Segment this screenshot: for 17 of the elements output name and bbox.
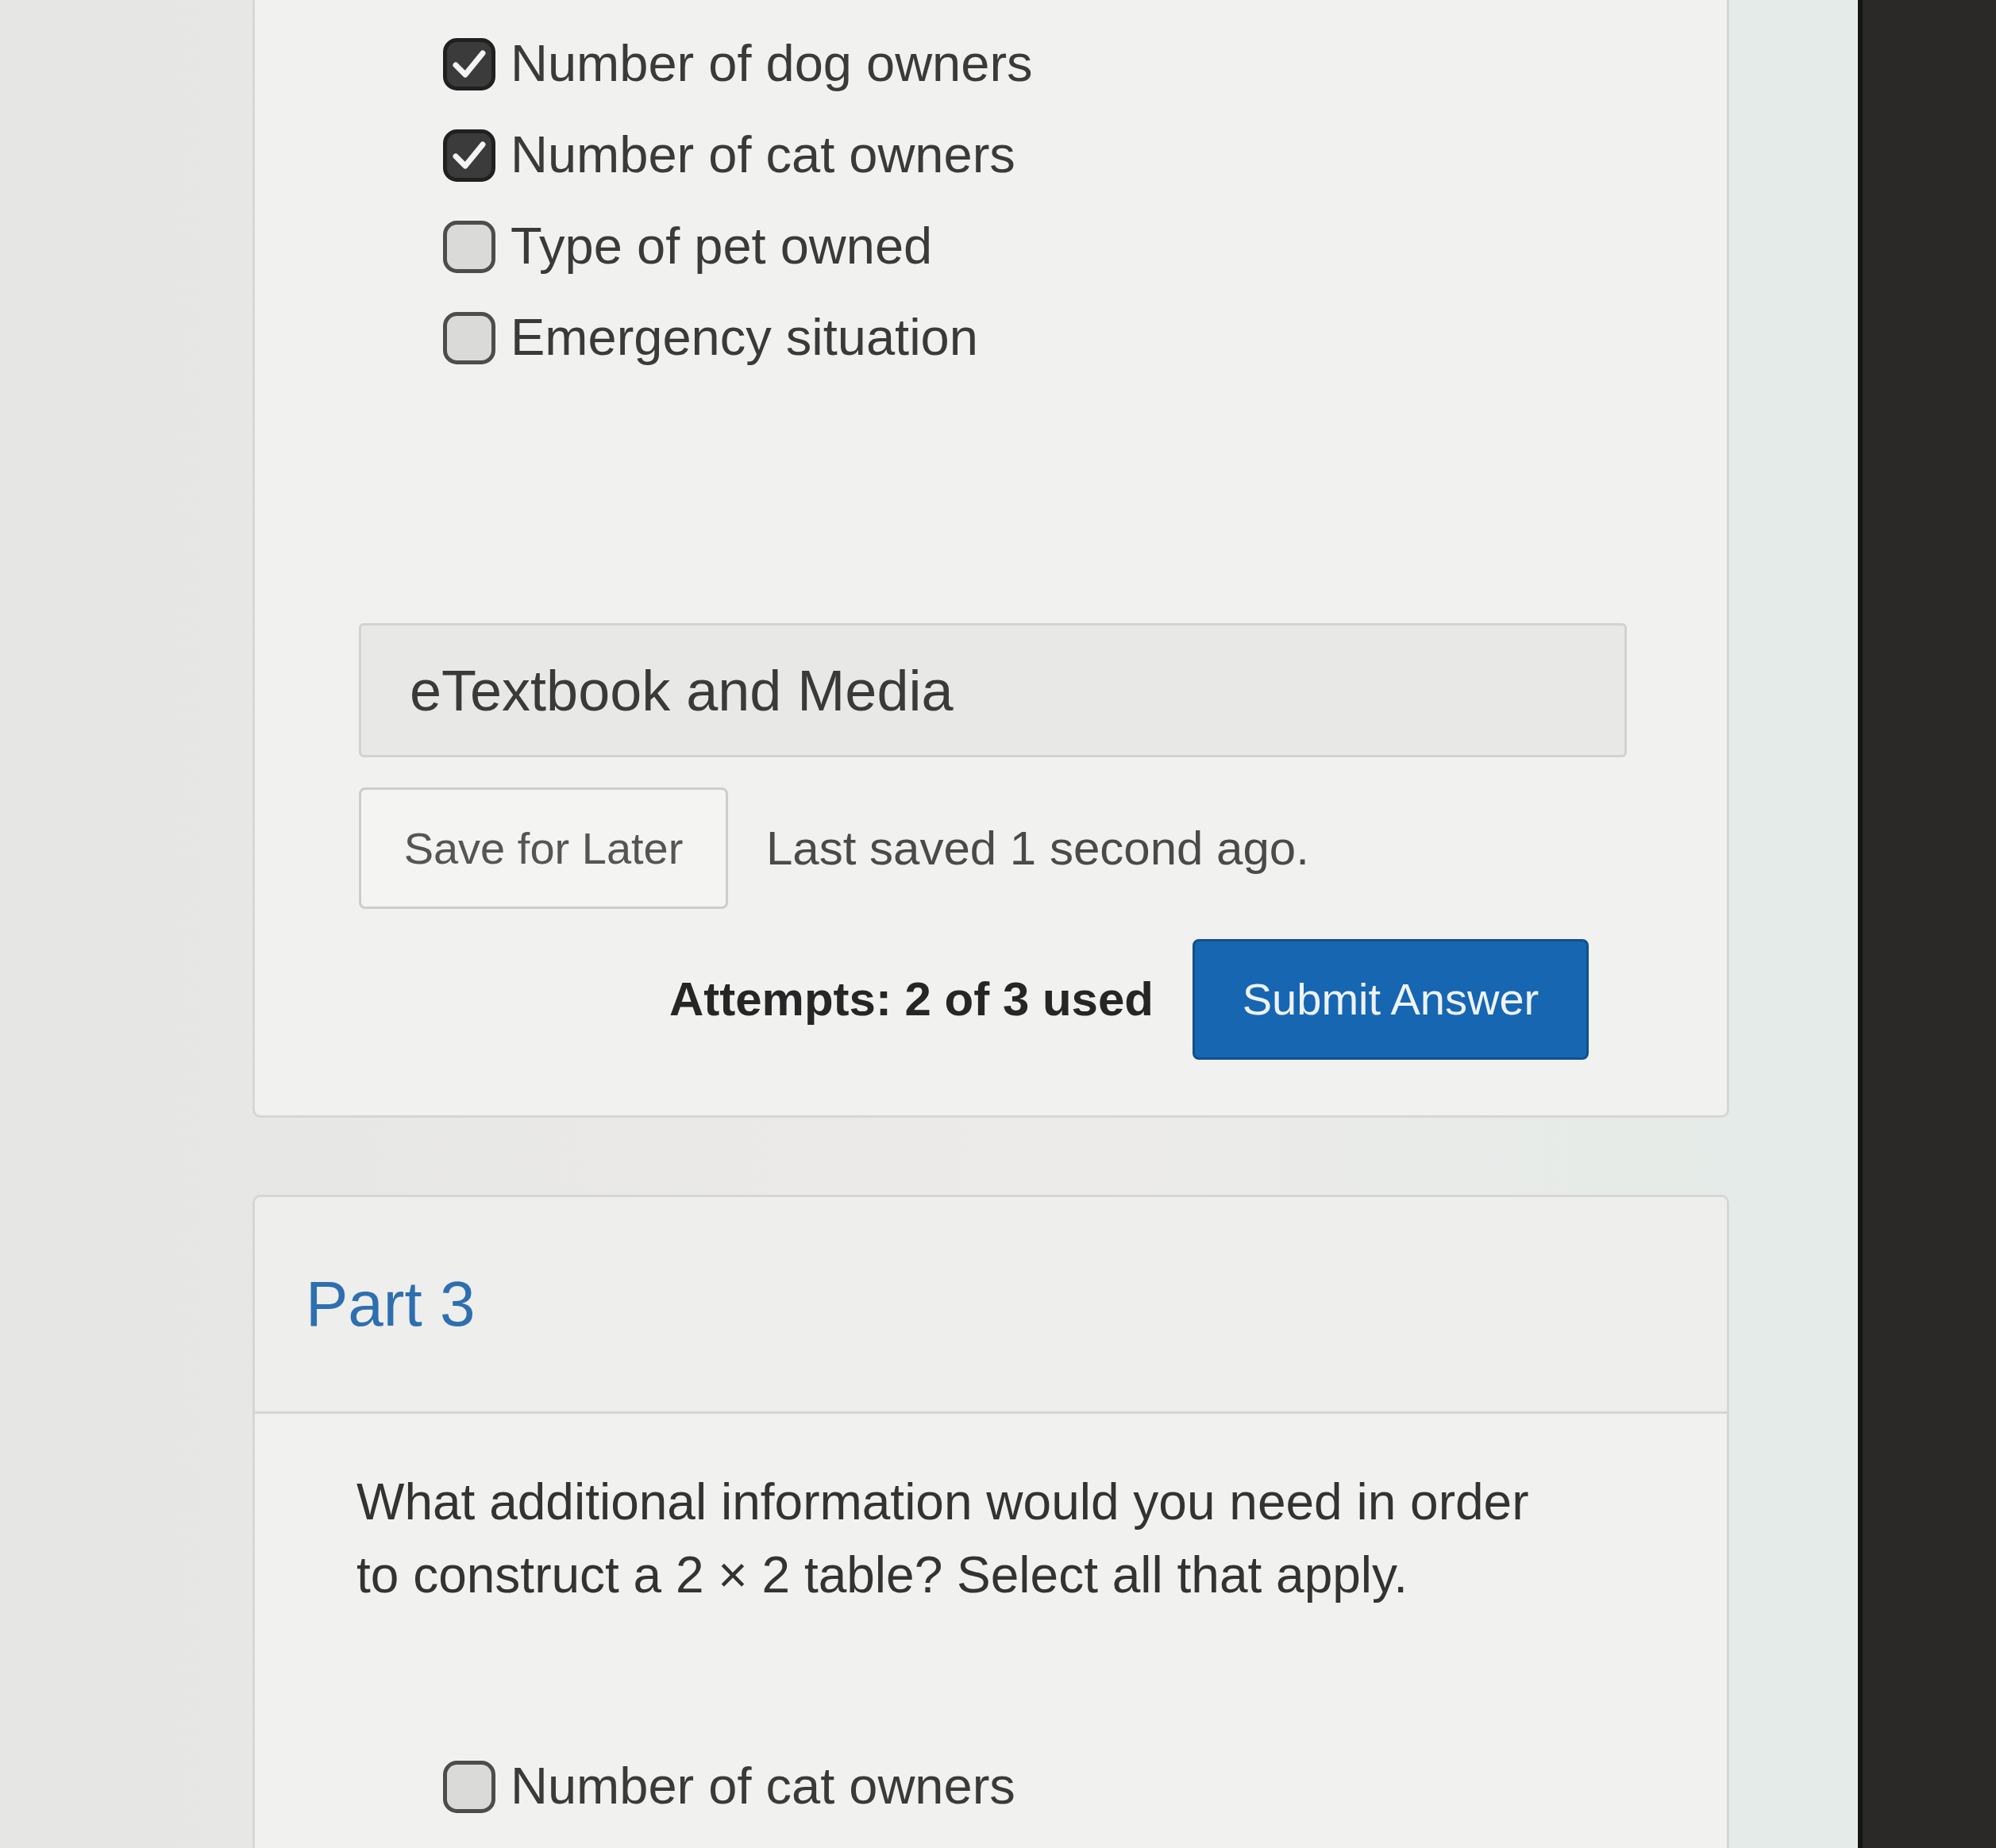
attempts-text: Attempts: 2 of 3 used (669, 972, 1154, 1027)
option-label: Number of cat owners (511, 1757, 1015, 1816)
checkbox[interactable] (443, 220, 495, 273)
question-text: What additional information would you need in order to construct a 2 × 2 table? Select all that apply. (356, 1473, 1530, 1605)
checkbox[interactable] (443, 311, 495, 364)
save-for-later-button[interactable]: Save for Later (359, 787, 728, 909)
checkbox[interactable] (443, 129, 495, 182)
save-status-text: Last saved 1 second ago. (766, 820, 1309, 876)
etextbook-media-bar[interactable]: eTextbook and Media (359, 623, 1627, 757)
option-label: Type of pet owned (511, 217, 933, 276)
checkbox[interactable] (443, 1760, 495, 1813)
submit-answer-button[interactable]: Submit Answer (1193, 939, 1589, 1060)
part-title: Part 3 (306, 1268, 476, 1341)
option-label: Number of dog owners (511, 34, 1033, 94)
option-label: Number of cat owners (511, 125, 1015, 185)
checkbox[interactable] (443, 37, 495, 90)
option-label: Emergency situation (511, 308, 978, 368)
